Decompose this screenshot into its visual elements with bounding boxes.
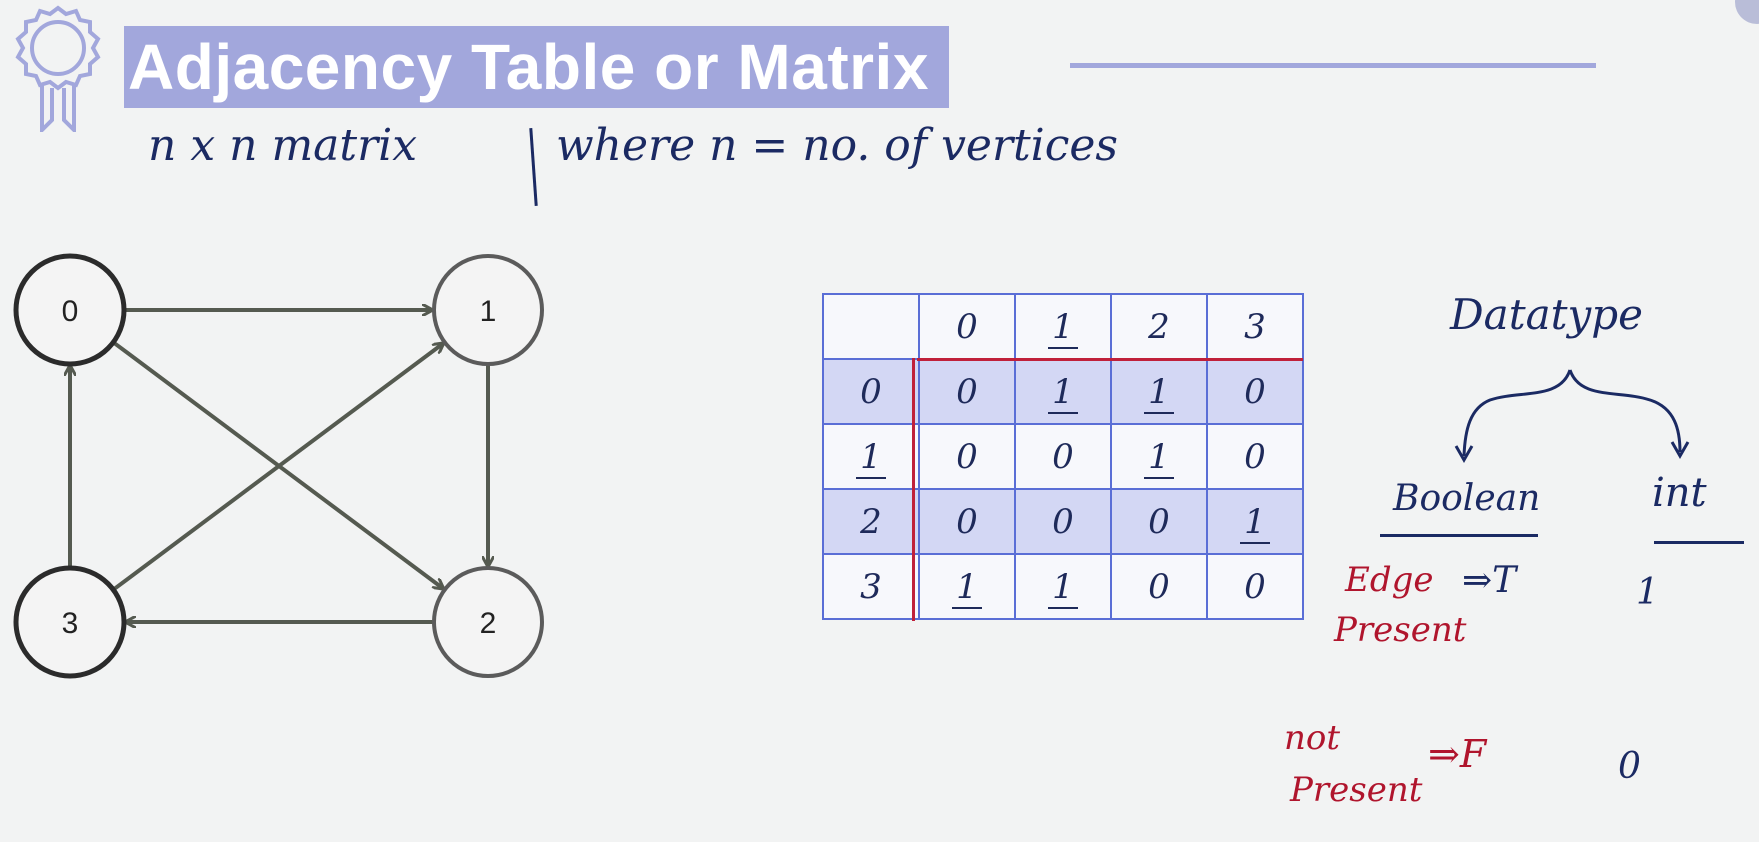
datatype-heading: Datatype bbox=[1450, 290, 1643, 339]
matrix-row: 0 0 1 1 0 bbox=[822, 358, 1304, 425]
edge-present-bool: ⇒T bbox=[1462, 560, 1517, 601]
matrix-cell: 1 bbox=[1110, 358, 1208, 425]
not-present-int: 0 bbox=[1618, 746, 1641, 787]
graph-node-1: 1 bbox=[432, 254, 544, 366]
subtitle-vertices-note: where n = no. of vertices bbox=[556, 120, 1119, 171]
column-header: 0 bbox=[918, 293, 1016, 360]
graph-node-label: 1 bbox=[480, 295, 497, 328]
matrix-red-underline bbox=[917, 358, 1303, 361]
matrix-row: 2 0 0 0 1 bbox=[822, 488, 1304, 555]
graph-node-2: 2 bbox=[432, 566, 544, 678]
column-header: 1 bbox=[1014, 293, 1112, 360]
edge-present-label: Edge bbox=[1345, 560, 1434, 600]
matrix-row: 3 1 1 0 0 bbox=[822, 553, 1304, 620]
matrix-cell: 0 bbox=[1014, 423, 1112, 490]
matrix-cell: 0 bbox=[1206, 423, 1304, 490]
subtitle-matrix-size: n x n matrix bbox=[148, 120, 418, 171]
matrix-row: 1 0 0 1 0 bbox=[822, 423, 1304, 490]
row-header: 2 bbox=[822, 488, 920, 555]
matrix-header-row: 0 1 2 3 bbox=[822, 293, 1304, 360]
matrix-cell: 1 bbox=[1206, 488, 1304, 555]
row-header: 0 bbox=[822, 358, 920, 425]
matrix-corner-cell bbox=[822, 293, 920, 360]
edge-present-int: 1 bbox=[1636, 572, 1659, 613]
int-label: int bbox=[1652, 470, 1707, 516]
int-underline bbox=[1654, 541, 1744, 544]
title-banner: Adjacency Table or Matrix bbox=[124, 26, 949, 108]
not-present-label: not bbox=[1284, 718, 1341, 758]
matrix-red-sideline bbox=[912, 358, 915, 621]
row-header: 1 bbox=[822, 423, 920, 490]
matrix-cell: 1 bbox=[1014, 358, 1112, 425]
matrix-cell: 0 bbox=[1206, 553, 1304, 620]
matrix-cell: 0 bbox=[918, 423, 1016, 490]
boolean-underline bbox=[1380, 534, 1538, 537]
matrix-cell: 0 bbox=[1110, 553, 1208, 620]
award-badge-icon bbox=[8, 2, 108, 137]
graph-node-label: 0 bbox=[62, 295, 79, 328]
graph-node-label: 3 bbox=[62, 607, 79, 640]
matrix-cell: 0 bbox=[918, 488, 1016, 555]
not-present-label-2: Present bbox=[1290, 770, 1423, 810]
matrix-cell: 1 bbox=[1014, 553, 1112, 620]
datatype-branch-arrows bbox=[1454, 369, 1690, 464]
title-underline bbox=[1070, 63, 1596, 68]
edge-present-label-2: Present bbox=[1334, 610, 1467, 650]
corner-decoration bbox=[1735, 0, 1759, 24]
page-title: Adjacency Table or Matrix bbox=[128, 31, 929, 103]
not-present-bool: ⇒F bbox=[1428, 732, 1487, 776]
matrix-cell: 1 bbox=[918, 553, 1016, 620]
subtitle-separator bbox=[529, 127, 538, 207]
matrix-cell: 0 bbox=[1110, 488, 1208, 555]
graph-node-0: 0 bbox=[13, 253, 127, 367]
matrix-cell: 0 bbox=[1206, 358, 1304, 425]
boolean-label: Boolean bbox=[1393, 478, 1541, 519]
column-header: 3 bbox=[1206, 293, 1304, 360]
row-header: 3 bbox=[822, 553, 920, 620]
matrix-cell: 0 bbox=[918, 358, 1016, 425]
directed-graph: 0 1 2 3 bbox=[13, 253, 544, 679]
graph-node-3: 3 bbox=[13, 565, 127, 679]
matrix-cell: 1 bbox=[1110, 423, 1208, 490]
graph-node-label: 2 bbox=[480, 607, 497, 640]
adjacency-matrix: 0 1 2 3 0 0 1 1 0 1 0 0 1 0 2 0 0 0 1 3 … bbox=[822, 293, 1304, 620]
column-header: 2 bbox=[1110, 293, 1208, 360]
matrix-cell: 0 bbox=[1014, 488, 1112, 555]
